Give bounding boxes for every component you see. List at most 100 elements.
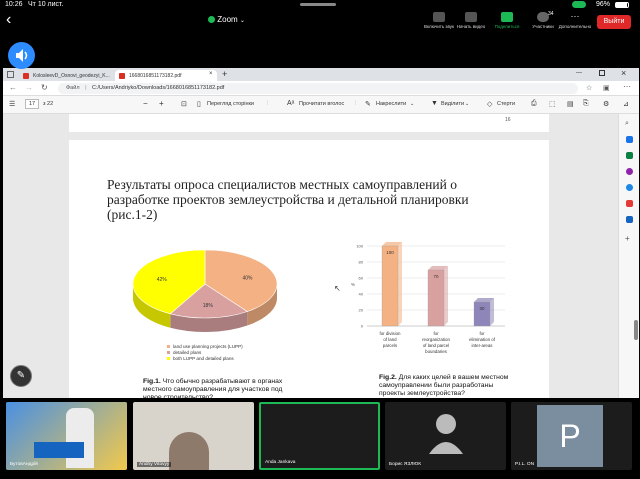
shopping-icon[interactable]: [626, 136, 633, 143]
highlight-button[interactable]: Виділити: [441, 101, 464, 107]
y-tick-label: 40: [359, 292, 364, 297]
back-chevron-icon[interactable]: ‹: [6, 12, 11, 28]
leave-button[interactable]: Выйти: [597, 15, 631, 29]
save-icon[interactable]: ▤: [567, 100, 574, 108]
zoom-toolbar: ‹ Zoom ⌄ Включить звук Начать видео Поде…: [0, 10, 640, 36]
maximize-icon[interactable]: [599, 70, 605, 76]
bar-chart: 0 20 40 60 80 100% 100 for divisionof landparce…: [351, 242, 505, 354]
print-icon[interactable]: ⎙: [531, 100, 537, 108]
participant-tile-active-speaker[interactable]: Anda Jankava: [259, 402, 380, 470]
url-field[interactable]: Файл | C:/Users/Andriyko/Downloads/16680…: [58, 83, 578, 94]
draw-options-chevron-icon[interactable]: ⌄: [410, 101, 414, 107]
more-button[interactable]: ··· Дополнительно: [558, 12, 592, 36]
close-window-icon[interactable]: ×: [621, 68, 626, 78]
unmute-button[interactable]: Включить звук: [422, 12, 456, 36]
highlight-options-chevron-icon[interactable]: ⌄: [465, 101, 469, 107]
x-tick-label: elimination of: [469, 337, 496, 342]
participants-button[interactable]: Участники 34: [526, 11, 560, 36]
erase-button[interactable]: Стерти: [497, 101, 515, 107]
participant-tile[interactable]: БутовАндрій: [6, 402, 127, 470]
browser-tab-strip: KolosleevD_Osnovi_geodezyi_K... 16680168…: [3, 68, 639, 81]
x-tick-label: of land: [383, 337, 397, 342]
tab-kolosleev[interactable]: KolosleevD_Osnovi_geodezyi_K...: [19, 70, 114, 81]
legend-swatch: [167, 345, 170, 349]
status-date: Чт 10 лист.: [28, 1, 64, 8]
office-icon[interactable]: [626, 200, 633, 207]
read-aloud-button[interactable]: Прочитати вголос: [299, 101, 344, 107]
telegram-icon[interactable]: [626, 216, 633, 223]
favorites-icon[interactable]: ☆: [586, 84, 592, 92]
new-tab-icon[interactable]: +: [222, 69, 227, 79]
x-tick-label: for division: [380, 331, 402, 336]
share-arrow-icon: [501, 12, 513, 22]
bar-data-label: 100: [386, 250, 394, 255]
tools-icon[interactable]: [626, 152, 633, 159]
contents-icon[interactable]: ☰: [9, 100, 15, 108]
tab-current-pdf[interactable]: 1668016851173182.pdf ×: [115, 70, 217, 81]
page-view-button[interactable]: Перегляд сторінки: [207, 101, 254, 107]
y-tick-label: 100: [356, 244, 363, 249]
avatar-initial: P: [537, 405, 603, 467]
fit-page-icon[interactable]: ⊡: [181, 100, 187, 108]
add-sidebar-app-icon[interactable]: +: [625, 234, 630, 243]
save-as-icon[interactable]: ⎘: [583, 100, 589, 108]
participant-tile[interactable]: Борис ЯЗЛЮК: [385, 402, 506, 470]
participant-name: Andriy Vitovyy: [137, 462, 172, 467]
forward-arrow-icon[interactable]: →: [25, 83, 33, 92]
fig2-caption: Fig.2. Для каких целей в вашем местном с…: [379, 374, 509, 397]
pdf-tab-icon: [23, 73, 29, 79]
scrollbar-thumb[interactable]: [634, 320, 638, 340]
share-button[interactable]: Поделиться: [490, 12, 524, 36]
zoom-in-icon[interactable]: +: [159, 99, 164, 108]
status-time: 10:26: [5, 1, 23, 8]
chevron-down-icon: ⌄: [239, 18, 245, 24]
bar-side: [490, 298, 494, 326]
draw-button[interactable]: Накреслити: [376, 101, 406, 107]
close-tab-icon[interactable]: ×: [209, 71, 213, 77]
page-view-icon[interactable]: ▯: [197, 100, 201, 108]
back-arrow-icon[interactable]: ←: [9, 83, 17, 92]
battery-percent: 96%: [596, 1, 611, 8]
outlook-icon[interactable]: [626, 184, 633, 191]
x-tick-label: boundaries: [425, 349, 448, 354]
y-tick-label: 80: [359, 260, 364, 265]
minimize-icon[interactable]: —: [576, 70, 582, 76]
annotate-pen-button[interactable]: ✎: [10, 365, 32, 387]
tab-actions-icon[interactable]: [7, 71, 14, 78]
toolbar-divider: |: [267, 100, 269, 106]
x-tick-label: parcels: [383, 343, 398, 348]
participant-tile[interactable]: P P.I.L. ON: [511, 402, 632, 470]
start-video-button[interactable]: Начать видео: [454, 12, 488, 36]
y-tick-label: 0: [361, 324, 364, 329]
settings-gear-icon[interactable]: ⚙: [603, 100, 609, 108]
encrypted-shield-icon: [208, 16, 215, 23]
page-number-input[interactable]: 17: [25, 99, 39, 109]
reload-icon[interactable]: ↻: [41, 83, 48, 92]
pie-data-label: 18%: [203, 303, 214, 309]
collections-icon[interactable]: ▣: [603, 84, 610, 92]
draw-icon[interactable]: ✎: [365, 100, 371, 108]
participant-video: [169, 432, 209, 470]
pdf-viewer[interactable]: 16 Результаты опроса специалистов местны…: [3, 114, 618, 398]
page-fit-icon[interactable]: ⬚: [549, 100, 556, 108]
pie-chart: 40% 18% 42%: [132, 249, 278, 332]
page-total: з 22: [43, 101, 54, 107]
read-aloud-icon[interactable]: Aᵃ: [287, 100, 294, 107]
pie-legend: land use planning projects (LUPP) detail…: [167, 344, 243, 362]
avatar-placeholder-icon: [429, 414, 463, 454]
pin-toolbar-icon[interactable]: ⊿: [623, 100, 629, 108]
audio-speaker-button[interactable]: [8, 42, 35, 69]
participant-tile[interactable]: Andriy Vitovyy: [133, 402, 254, 470]
eraser-icon[interactable]: ◇: [487, 100, 492, 108]
bar-data-label: 70: [433, 274, 439, 279]
multitask-dots[interactable]: [300, 3, 336, 6]
zoom-title[interactable]: Zoom ⌄: [208, 15, 245, 24]
menu-dots-icon[interactable]: ⋯: [623, 82, 631, 91]
games-icon[interactable]: [626, 168, 633, 175]
shared-browser-window: KolosleevD_Osnovi_geodezyi_K... 16680168…: [3, 68, 639, 398]
highlight-icon[interactable]: ▼: [431, 100, 438, 107]
zoom-out-icon[interactable]: −: [143, 99, 148, 108]
search-icon[interactable]: ⌕: [625, 120, 629, 128]
y-tick-label: 60: [359, 276, 364, 281]
participant-strip: БутовАндрій Andriy Vitovyy Anda Jankava …: [0, 400, 640, 479]
